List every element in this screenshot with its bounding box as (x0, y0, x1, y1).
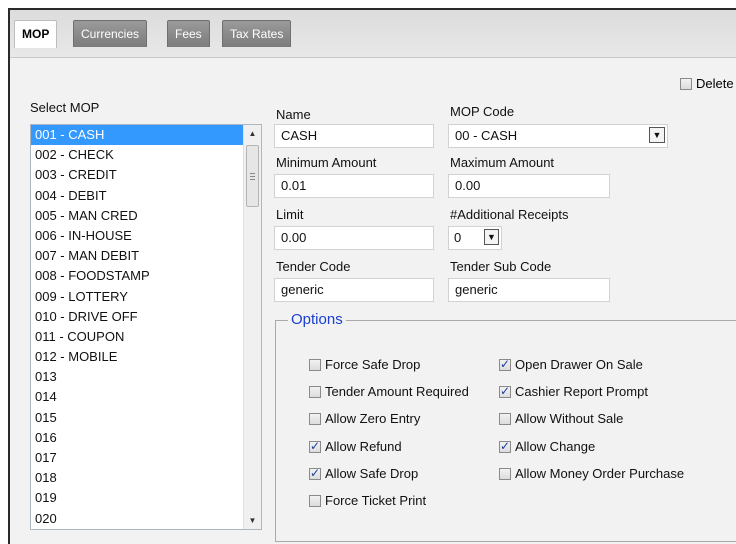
option-allow-zero-entry[interactable]: Allow Zero Entry (309, 411, 420, 427)
tender-sub-code-label: Tender Sub Code (450, 259, 552, 274)
option-label: Allow Without Sale (515, 411, 624, 427)
list-item[interactable]: 019 (31, 488, 261, 508)
option-force-ticket-print[interactable]: Force Ticket Print (309, 493, 426, 509)
checkbox-cashier-report-prompt[interactable] (499, 384, 511, 399)
list-item[interactable]: 008 - FOODSTAMP (31, 266, 261, 286)
checkbox-allow-without-sale[interactable] (499, 413, 511, 426)
list-item[interactable]: 009 - LOTTERY (31, 287, 261, 307)
option-label: Force Safe Drop (325, 357, 421, 372)
option-label: Open Drawer On Sale (515, 357, 643, 372)
tender-code-label: Tender Code (276, 259, 351, 274)
chevron-down-icon[interactable]: ▼ (649, 127, 665, 143)
scroll-up-icon[interactable]: ▲ (244, 125, 261, 142)
mop-code-select[interactable]: 00 - CASH ▼ (448, 124, 668, 148)
checkbox-force-safe-drop[interactable] (309, 359, 321, 371)
additional-receipts-value: 0 (454, 230, 462, 245)
checkbox-allow-zero-entry[interactable] (309, 413, 321, 426)
options-legend: Options (288, 311, 346, 328)
list-item[interactable]: 004 - DEBIT (31, 186, 261, 206)
list-item[interactable]: 006 - IN-HOUSE (31, 226, 261, 246)
chevron-down-icon[interactable]: ▼ (484, 229, 499, 245)
delete-checkbox-box[interactable] (680, 78, 692, 90)
delete-checkbox[interactable]: Delete (680, 76, 734, 91)
option-allow-change[interactable]: Allow Change (499, 439, 595, 455)
limit-label: Limit (276, 207, 304, 222)
name-label: Name (276, 107, 311, 122)
additional-receipts-select[interactable]: 0 ▼ (448, 226, 502, 250)
mop-code-label: MOP Code (450, 104, 515, 119)
list-item[interactable]: 012 - MOBILE (31, 347, 261, 367)
delete-label: Delete (696, 76, 734, 91)
minimum-amount-field[interactable]: 0.01 (274, 174, 434, 198)
additional-receipts-label: #Additional Receipts (450, 207, 569, 222)
option-allow-refund[interactable]: Allow Refund (309, 439, 402, 455)
list-item[interactable]: 002 - CHECK (31, 145, 261, 165)
checkbox-allow-safe-drop[interactable] (309, 466, 321, 481)
option-label: Tender Amount Required (325, 384, 469, 400)
list-item[interactable]: 007 - MAN DEBIT (31, 246, 261, 266)
option-label: Allow Money Order Purchase (515, 465, 685, 481)
list-item[interactable]: 013 (31, 367, 261, 387)
option-force-safe-drop[interactable]: Force Safe Drop (309, 357, 420, 373)
checkbox-allow-money-order-purchase[interactable] (499, 467, 511, 480)
option-allow-safe-drop[interactable]: Allow Safe Drop (309, 466, 418, 482)
grip-line (250, 179, 255, 180)
mop-code-value: 00 - CASH (455, 128, 518, 143)
tender-sub-code-field[interactable]: generic (448, 278, 610, 302)
scroll-down-icon[interactable]: ▼ (244, 512, 261, 529)
maximum-amount-label: Maximum Amount (450, 155, 555, 170)
option-tender-amount-required[interactable]: Tender Amount Required (309, 384, 469, 400)
grip-line (250, 173, 255, 174)
tab-currencies[interactable]: Currencies (73, 20, 148, 47)
list-item[interactable]: 001 - CASH (31, 125, 261, 146)
list-item[interactable]: 005 - MAN CRED (31, 206, 261, 226)
option-open-drawer-on-sale[interactable]: Open Drawer On Sale (499, 357, 643, 373)
checkbox-allow-refund[interactable] (309, 439, 321, 454)
checkbox-allow-change[interactable] (499, 439, 511, 454)
list-item[interactable]: 003 - CREDIT (31, 165, 261, 185)
select-mop-label: Select MOP (30, 100, 100, 115)
tab-mop[interactable]: MOP (14, 20, 58, 48)
checkbox-force-ticket-print[interactable] (309, 495, 321, 507)
minimum-amount-label: Minimum Amount (276, 155, 377, 170)
limit-field[interactable]: 0.00 (274, 226, 434, 250)
tab-tax-rates[interactable]: Tax Rates (222, 20, 292, 47)
option-allow-money-order-purchase[interactable]: Allow Money Order Purchase (499, 466, 684, 482)
option-label: Allow Safe Drop (325, 465, 419, 481)
name-field[interactable]: CASH (274, 124, 434, 148)
list-item[interactable]: 011 - COUPON (31, 327, 261, 347)
maximum-amount-field[interactable]: 0.00 (448, 174, 610, 198)
scroll-thumb[interactable] (246, 145, 259, 207)
option-label: Allow Change (515, 438, 596, 454)
option-cashier-report-prompt[interactable]: Cashier Report Prompt (499, 384, 648, 400)
list-item[interactable]: 010 - DRIVE OFF (31, 307, 261, 327)
option-label: Allow Refund (325, 438, 402, 454)
option-label: Cashier Report Prompt (515, 384, 648, 400)
list-item[interactable]: 018 (31, 468, 261, 488)
option-label: Force Ticket Print (325, 493, 427, 508)
list-item[interactable]: 014 (31, 387, 261, 407)
tab-fees[interactable]: Fees (167, 20, 210, 47)
listbox-scrollbar[interactable]: ▲ ▼ (243, 125, 261, 529)
option-label: Allow Zero Entry (325, 411, 421, 427)
list-item[interactable]: 016 (31, 428, 261, 448)
mop-listbox[interactable]: 001 - CASH 002 - CHECK 003 - CREDIT 004 - D… (30, 124, 262, 530)
tender-code-field[interactable]: generic (274, 278, 434, 302)
list-item[interactable]: 017 (31, 448, 261, 468)
list-item[interactable]: 020 (31, 509, 261, 529)
list-item[interactable]: 015 (31, 408, 261, 428)
checkbox-open-drawer-on-sale[interactable] (499, 357, 511, 372)
checkbox-tender-amount-required[interactable] (309, 386, 321, 399)
option-allow-without-sale[interactable]: Allow Without Sale (499, 411, 623, 427)
grip-line (250, 176, 255, 177)
